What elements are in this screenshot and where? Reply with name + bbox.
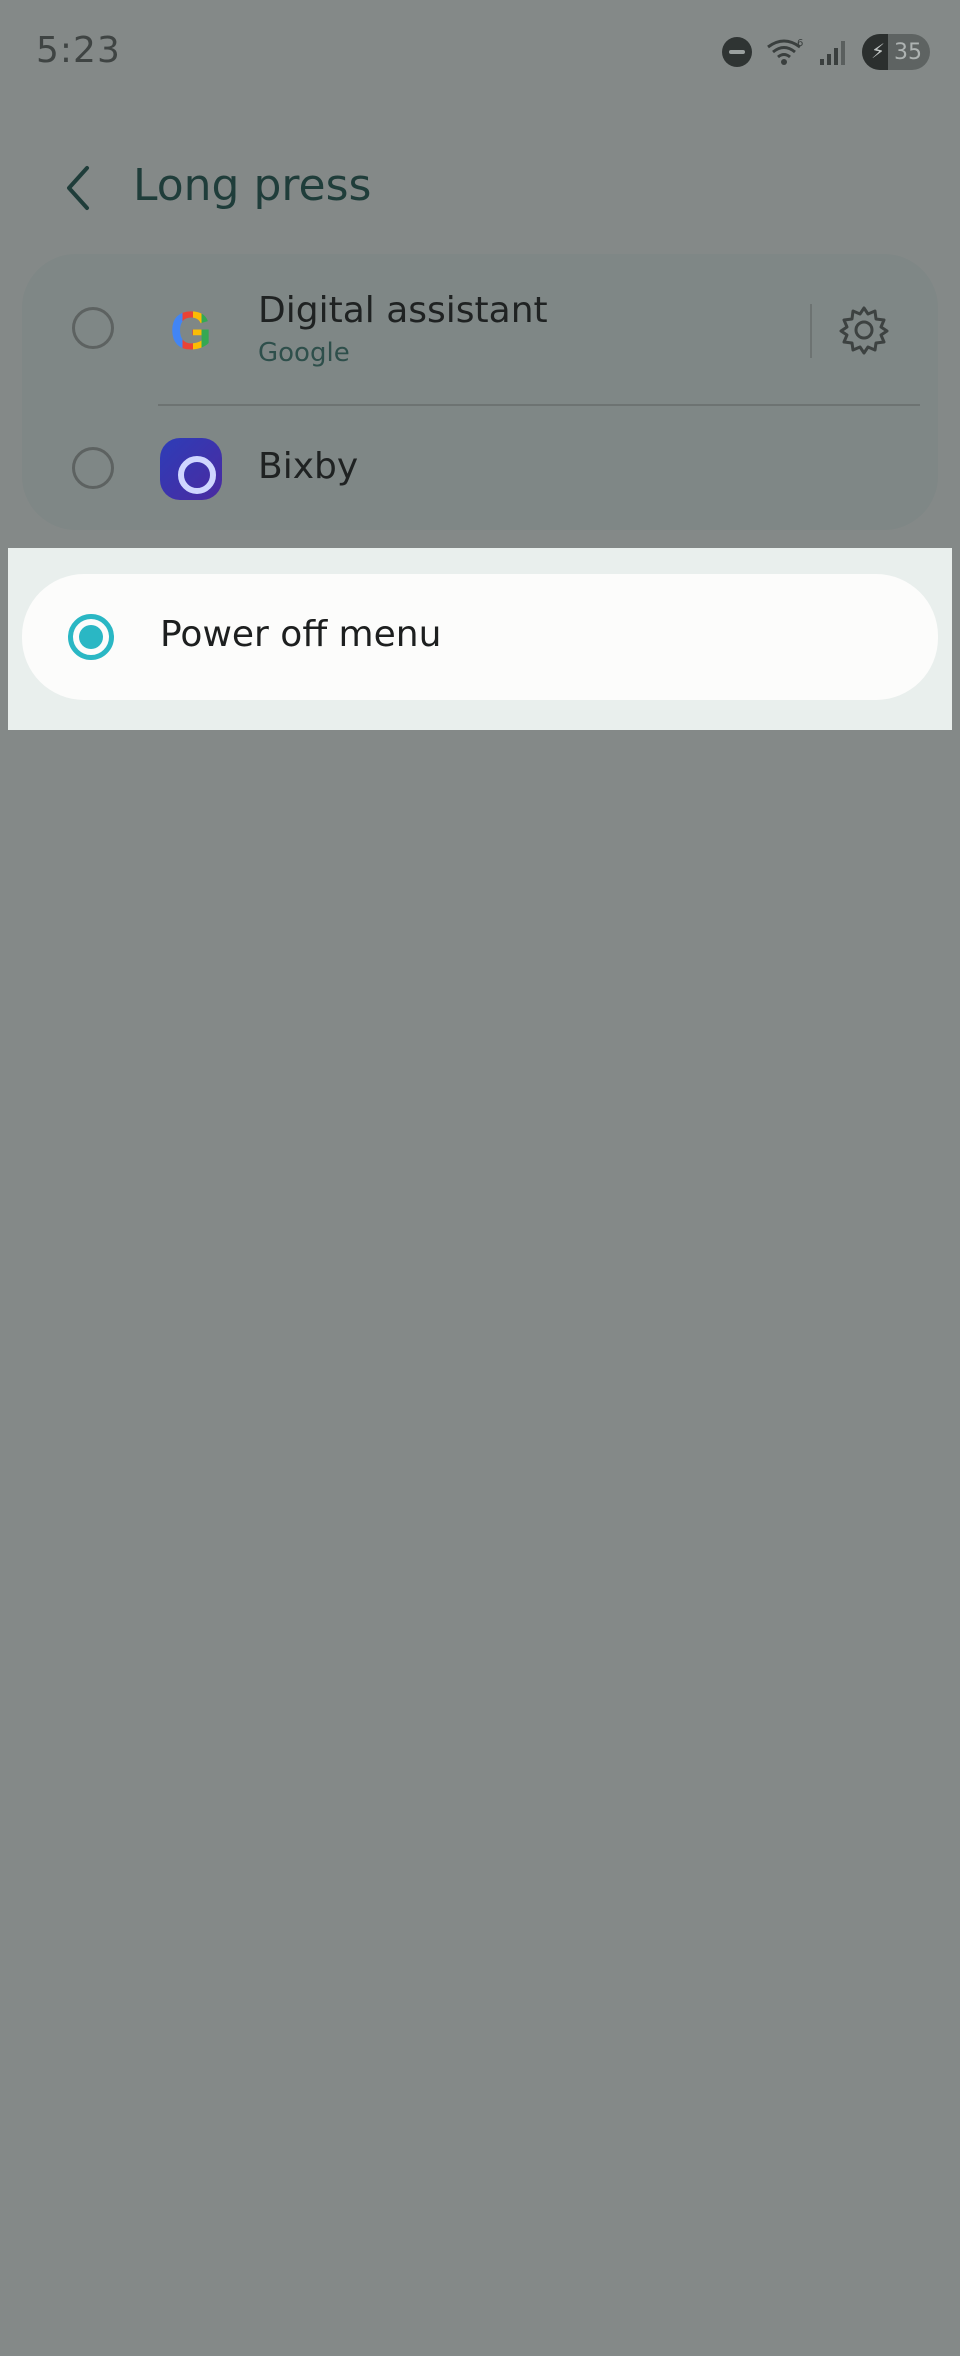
status-bar: 5:23 6 ⚡ 35: [0, 0, 960, 100]
chevron-left-icon: [67, 166, 89, 210]
option-title: Power off menu: [160, 614, 442, 655]
battery-charging-icon: ⚡ 35: [862, 34, 930, 70]
page-title: Long press: [133, 160, 372, 211]
option-bixby[interactable]: Bixby: [22, 406, 938, 530]
option-digital-assistant[interactable]: G Digital assistant Google: [22, 254, 938, 394]
do-not-disturb-icon: [722, 37, 752, 67]
radio-digital-assistant[interactable]: [72, 307, 114, 349]
bixby-icon: [160, 438, 222, 500]
header: Long press: [0, 140, 960, 240]
option-title: Digital assistant: [258, 290, 548, 331]
back-button[interactable]: [56, 158, 100, 218]
status-icons: 6 ⚡ 35: [722, 32, 930, 72]
options-card: G Digital assistant Google Bixby: [22, 254, 938, 530]
radio-bixby[interactable]: [72, 447, 114, 489]
status-time: 5:23: [36, 30, 121, 71]
wifi-6-icon: 6: [767, 38, 803, 65]
gear-icon: [839, 306, 889, 355]
signal-icon: [820, 41, 845, 65]
radio-power-off-menu[interactable]: [68, 614, 114, 660]
digital-assistant-settings-button[interactable]: [834, 300, 894, 360]
google-icon: G: [169, 301, 212, 361]
svg-text:6: 6: [797, 38, 803, 49]
option-title: Bixby: [258, 446, 359, 487]
option-subtitle: Google: [258, 338, 350, 368]
radio-selected-dot: [79, 625, 103, 649]
battery-level: 35: [894, 40, 922, 65]
option-power-off-menu[interactable]: Power off menu: [22, 574, 938, 700]
vertical-divider: [810, 304, 812, 358]
